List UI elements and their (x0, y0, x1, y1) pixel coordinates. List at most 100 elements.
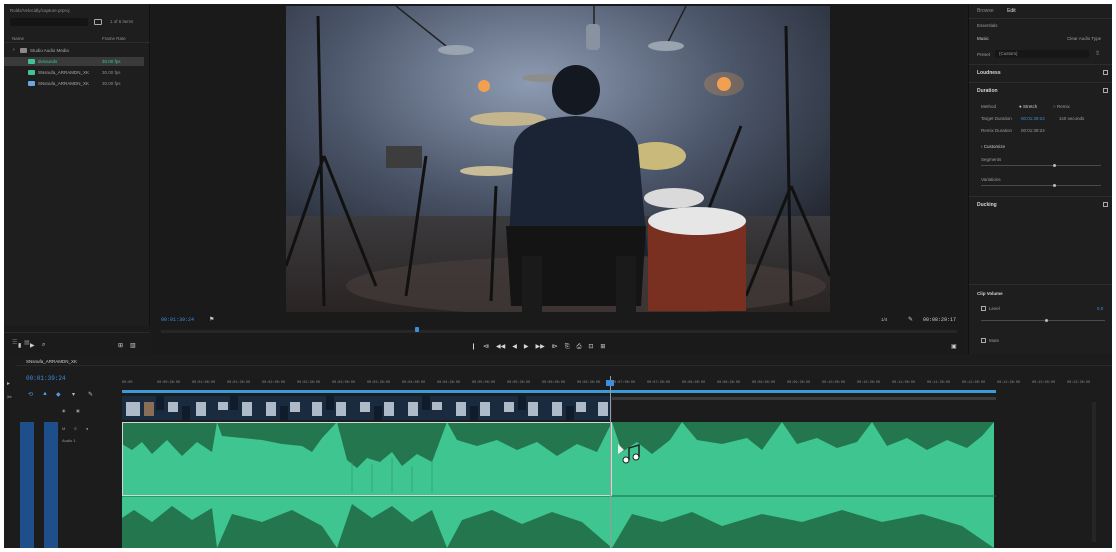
clip-name: Essentials (977, 23, 998, 28)
overwrite-icon[interactable]: ⎙ (577, 344, 582, 351)
snap-icon[interactable]: ⟲ (28, 391, 33, 398)
ducking-checkbox[interactable] (1103, 202, 1108, 207)
level-knob[interactable] (1045, 319, 1048, 322)
list-view-icon[interactable]: ☰ (12, 339, 17, 346)
method-stretch-radio[interactable]: ● Stretch (1019, 104, 1037, 109)
project-item-name: Studio Audio Media (30, 48, 69, 53)
audio-track (122, 422, 996, 548)
sequence-icon (28, 59, 35, 64)
variations-knob[interactable] (1053, 184, 1056, 187)
play-icon[interactable]: ▶ (30, 342, 35, 349)
duration-checkbox[interactable] (1103, 88, 1108, 93)
project-item[interactable]: › Studio Audio Media (4, 46, 144, 55)
settings-icon[interactable]: ▾ (72, 391, 75, 398)
divider (969, 18, 1112, 19)
ruler-tick-label: 00:10:30:00 (857, 381, 881, 385)
target-duration-value[interactable]: 00:01:39:24 (1021, 116, 1045, 121)
time-ruler[interactable]: 00:00 00:00:30:00 00:01:00:00 00:01:30:00 00… (122, 381, 1090, 389)
v1-eye-icon[interactable]: ◉ (62, 408, 66, 413)
timeline-playhead-line[interactable] (610, 376, 611, 548)
insert-icon[interactable]: ⎘ (565, 344, 570, 351)
timeline-timecode[interactable]: 00:01:39:24 (26, 375, 66, 382)
segments-knob[interactable] (1053, 164, 1056, 167)
go-to-in-icon[interactable]: ◀◀ (496, 343, 505, 350)
linked-selection-icon[interactable]: ▲ (42, 391, 48, 397)
video-clip[interactable] (122, 396, 612, 420)
variations-slider[interactable] (981, 185, 1101, 186)
button-editor-icon[interactable]: ⊞ (600, 343, 605, 350)
ruler-tick-label: 00:08:00:00 (682, 381, 706, 385)
a1-mic-icon[interactable]: ● (86, 426, 88, 431)
add-marker-icon[interactable]: ◆ (56, 391, 61, 398)
segments-slider[interactable] (981, 165, 1101, 166)
a1-mute-button[interactable]: M (62, 426, 65, 431)
mark-out-icon[interactable]: ⧏ (483, 343, 489, 350)
divider (969, 196, 1112, 197)
timeline-playhead[interactable] (606, 380, 614, 386)
preset-value: (Custom) (999, 51, 1018, 56)
loudness-checkbox[interactable] (1103, 70, 1108, 75)
a1-target-patch[interactable] (44, 422, 58, 548)
ruler-tick-label: 00:01:00:00 (192, 381, 216, 385)
project-item[interactable]: SNsnufa_ARRAMDN_XK 30.00 fps (4, 79, 144, 88)
ruler-tick-label: 00:06:30:00 (577, 381, 601, 385)
export-frame-icon[interactable]: ⊡ (588, 343, 593, 350)
level-slider[interactable] (981, 320, 1105, 321)
search-icon[interactable]: ⌕ (42, 342, 45, 349)
expand-icon[interactable]: › (13, 47, 15, 53)
clear-audio-type-button[interactable]: Clear Audio Type (1067, 36, 1101, 41)
project-search-input[interactable] (10, 18, 88, 26)
method-remix-radio[interactable]: ○ Remix (1053, 104, 1070, 109)
tab-edit[interactable]: Edit (1007, 8, 1016, 14)
wrench-icon[interactable]: ✎ (908, 316, 913, 323)
timeline-vertical-scrollbar[interactable] (1092, 402, 1096, 542)
loudness-section[interactable]: Loudness (977, 70, 1001, 76)
ruler-tick-label: 00:12:00:00 (962, 381, 986, 385)
project-panel: Rolds/Velocidly/capture.prproj 1 of 6 it… (4, 4, 150, 346)
level-value[interactable]: 0.0 (1097, 306, 1103, 311)
add-marker-icon[interactable]: ⚑ (209, 316, 214, 323)
export-frame-icon[interactable]: ▣ (951, 343, 957, 350)
timeline-panel: SNsnufa_ARRAMDN_XK 00:01:39:24 ⟲ ▲ ◆ ▾ ✎… (4, 354, 1112, 548)
project-item[interactable]: SNsnufa_ARRAMDN_XK 30.00 fps (4, 68, 144, 77)
razor-tool-icon[interactable]: ✂ (7, 394, 12, 401)
column-name[interactable]: Name (12, 36, 24, 41)
mark-in-icon[interactable]: ❙ (471, 343, 476, 350)
a1-solo-button[interactable]: S (74, 426, 77, 431)
level-label: Level (989, 306, 1000, 311)
playhead-timecode[interactable]: 00:01:39:24 (161, 317, 194, 323)
work-area-bar[interactable] (122, 390, 996, 393)
new-bin-icon[interactable]: ▮ (18, 342, 21, 349)
go-to-out-icon[interactable]: ⧐ (552, 343, 558, 350)
program-scrubber[interactable] (161, 330, 957, 333)
save-preset-icon[interactable]: ⇧ (1095, 50, 1100, 57)
method-remix-label: Remix (1056, 104, 1070, 109)
ruler-tick-label: 00:03:30:00 (367, 381, 391, 385)
resolution-select[interactable]: 1/4 (881, 317, 887, 322)
play-icon[interactable]: ▶ (524, 343, 529, 350)
mute-checkbox[interactable] (981, 338, 986, 343)
bin-icon[interactable] (94, 19, 102, 25)
v1-lock-icon[interactable]: ▣ (76, 408, 80, 413)
duration-section[interactable]: Duration (977, 88, 998, 94)
wrench-icon[interactable]: ✎ (88, 391, 93, 398)
ducking-section[interactable]: Ducking (977, 202, 997, 208)
step-back-icon[interactable]: ◀ (512, 343, 517, 350)
a1-source-patch[interactable] (20, 422, 34, 548)
delete-icon[interactable]: ▥ (130, 342, 136, 349)
step-forward-icon[interactable]: ▶▶ (536, 343, 545, 350)
program-playhead[interactable] (415, 327, 419, 332)
sequence-tab[interactable]: SNsnufa_ARRAMDN_XK (26, 359, 77, 364)
ruler-tick-label: 00:07:30:00 (647, 381, 671, 385)
selection-tool-icon[interactable]: ▸ (7, 380, 10, 387)
folder-icon (20, 48, 27, 53)
customize-toggle[interactable]: › Customize (981, 144, 1005, 149)
method-stretch-label: Stretch (1022, 104, 1038, 109)
new-item-icon[interactable]: ⊞ (118, 342, 123, 349)
column-frame-rate[interactable]: Frame Rate (102, 36, 126, 41)
tab-browse[interactable]: Browse (977, 8, 994, 14)
ruler-tick-label: 00:01:30:00 (227, 381, 251, 385)
project-item[interactable]: dvsounds 30.00 fps (4, 57, 144, 66)
level-checkbox[interactable] (981, 306, 986, 311)
preset-dropdown[interactable]: (Custom) (995, 50, 1089, 58)
